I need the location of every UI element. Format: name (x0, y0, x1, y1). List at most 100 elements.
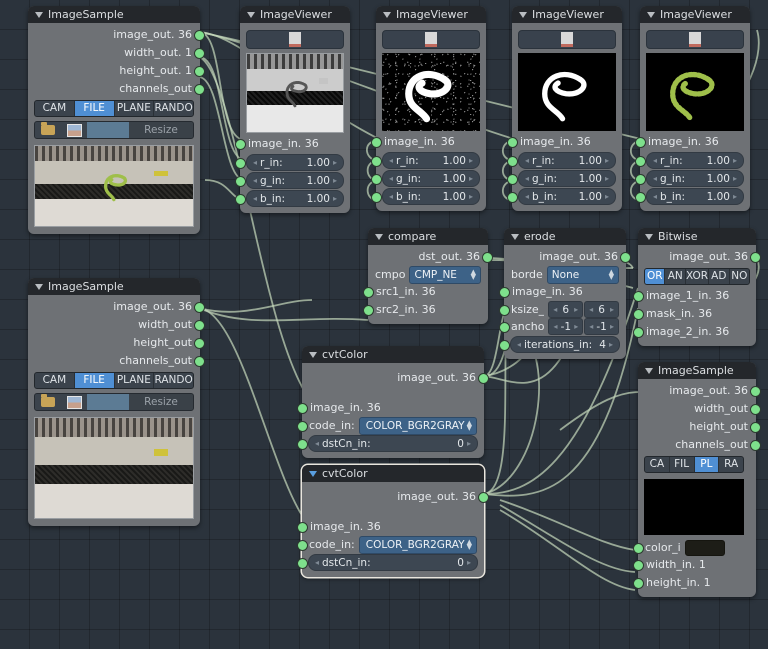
input-row[interactable]: src1_in. 36 (363, 283, 488, 301)
r-in-field[interactable]: ◂ r_in: 1.00 ▸ (646, 152, 744, 169)
node-imageviewer-3[interactable]: ImageViewer image_in. 36 ◂ r_in: 1.00 ▸ ◂ g_… (507, 6, 622, 211)
output-socket-channels-out[interactable] (194, 356, 205, 367)
input-socket-height-in[interactable] (633, 578, 644, 589)
output-socket-width-out[interactable] (194, 48, 205, 59)
input-socket-image-1-in[interactable] (633, 291, 644, 302)
input-socket-image-in[interactable] (235, 139, 246, 150)
output-row[interactable]: height_out. 1 (28, 62, 205, 80)
output-row[interactable]: image_out. 36 (302, 488, 489, 506)
g-in-field[interactable]: ◂ g_in: 1.00 ▸ (646, 170, 744, 187)
output-row[interactable]: dst_out. 36 (368, 248, 493, 266)
source-mode-enum[interactable]: CAM FILE PLANE RANDO (28, 370, 200, 391)
enum-option-random[interactable]: RANDO (154, 373, 193, 388)
dstcn-in-field[interactable]: ◂ dstCn_in: 0 ▸ (308, 554, 478, 571)
output-socket-channels-out[interactable] (750, 440, 761, 451)
output-row[interactable]: image_out. 36 (504, 248, 631, 266)
input-socket-src1-in[interactable] (363, 287, 374, 298)
collapse-triangle-icon[interactable] (647, 11, 655, 18)
input-socket-g-in[interactable] (507, 174, 518, 185)
collapse-triangle-icon[interactable] (383, 11, 391, 18)
input-socket-color-in[interactable] (633, 542, 644, 554)
output-socket-dst-out[interactable] (482, 252, 493, 263)
node-cvtcolor-1[interactable]: cvtColor image_out. 36 image_in. 36 code… (297, 346, 489, 458)
enum-option-random[interactable]: RANDO (154, 101, 193, 116)
node-imageviewer-1[interactable]: ImageViewer image_in. 36 ◂ r_in: 1.00 ▸ ◂ g_… (235, 6, 350, 213)
enum-option-xor[interactable]: XOR (685, 269, 710, 284)
collapse-triangle-icon[interactable] (645, 367, 653, 374)
open-folder-button[interactable] (35, 122, 61, 138)
input-row[interactable]: image_2_in. 36 (633, 323, 756, 341)
output-row[interactable]: image_out. 36 (638, 382, 761, 400)
input-socket-g-in[interactable] (371, 174, 382, 185)
node-header[interactable]: Bitwise (638, 228, 756, 245)
enum-option-file[interactable]: FIL (669, 457, 695, 472)
node-header[interactable]: cvtColor (302, 465, 484, 482)
ksize-x-field[interactable]: ◂ 6 ▸ (548, 301, 584, 318)
input-socket-image-in[interactable] (371, 137, 382, 148)
input-row[interactable]: image_in. 36 (297, 399, 484, 417)
input-socket-dstcn-in[interactable] (297, 558, 308, 569)
b-in-field[interactable]: ◂ b_in: 1.00 ▸ (646, 188, 744, 205)
input-row[interactable]: mask_in. 36 (633, 305, 756, 323)
source-mode-enum[interactable]: CAM FILE PLANE RANDO (28, 98, 200, 119)
enum-option-plane[interactable]: PLANE (114, 101, 155, 116)
input-socket-image-in[interactable] (499, 287, 510, 298)
input-row[interactable]: image_in. 36 (371, 133, 486, 151)
collapse-triangle-icon[interactable] (375, 233, 383, 240)
viewer-toggle-button[interactable] (518, 30, 616, 49)
node-header[interactable]: cvtColor (302, 346, 484, 363)
input-socket-g-in[interactable] (235, 176, 246, 187)
anchor-row[interactable]: ancho ◂ -1 ▸ ◂ -1 ▸ (499, 318, 626, 335)
border-type-row[interactable]: borde None ▲ ▼ (504, 265, 626, 284)
enum-option-add[interactable]: AD (709, 269, 730, 284)
input-socket-r-in[interactable] (507, 156, 518, 167)
file-path-input[interactable] (87, 394, 129, 410)
node-bitwise[interactable]: Bitwise image_out. 36 OR AN XOR AD NO im… (633, 228, 761, 346)
output-row[interactable]: image_out. 36 (638, 248, 761, 266)
collapse-triangle-icon[interactable] (519, 11, 527, 18)
node-cvtcolor-2[interactable]: cvtColor image_out. 36 image_in. 36 code… (297, 465, 489, 577)
output-socket-height-out[interactable] (194, 66, 205, 77)
input-socket-image-in[interactable] (507, 137, 518, 148)
node-erode[interactable]: erode image_out. 36 borde None ▲ ▼ image_i… (499, 228, 631, 359)
input-socket-r-in[interactable] (235, 158, 246, 169)
enum-option-or[interactable]: OR (645, 269, 666, 284)
collapse-triangle-icon[interactable] (511, 233, 519, 240)
input-socket-image-in[interactable] (297, 403, 308, 414)
code-in-dropdown[interactable]: COLOR_BGR2GRAY ▲ ▼ (358, 535, 477, 554)
file-path-input[interactable] (87, 122, 129, 138)
input-socket-g-in[interactable] (635, 174, 646, 185)
node-imageviewer-2[interactable]: ImageViewer image_in. 36 ◂ r_in: 1.00 ▸ ◂ g_… (371, 6, 486, 211)
node-header[interactable]: ImageSample (28, 278, 200, 295)
collapse-triangle-icon[interactable] (645, 233, 653, 240)
anchor-x-field[interactable]: ◂ -1 ▸ (548, 318, 584, 335)
output-row[interactable]: image_out. 36 (302, 369, 489, 387)
enum-option-file[interactable]: FILE (74, 373, 115, 388)
output-row[interactable]: image_out. 36 (28, 298, 205, 316)
input-socket-mask-in[interactable] (633, 309, 644, 320)
compare-op-row[interactable]: cmpo CMP_NE ▲ ▼ (368, 265, 488, 284)
resize-button[interactable]: Resize (129, 122, 193, 138)
code-in-row[interactable]: code_in: COLOR_BGR2GRAY ▲ ▼ (297, 535, 484, 554)
r-in-field[interactable]: ◂ r_in: 1.00 ▸ (246, 154, 344, 171)
anchor-y-field[interactable]: ◂ -1 ▸ (584, 318, 619, 335)
bitwise-op-enum[interactable]: OR AN XOR AD NO (638, 266, 756, 287)
input-socket-image-in[interactable] (297, 522, 308, 533)
b-in-field[interactable]: ◂ b_in: 1.00 ▸ (518, 188, 616, 205)
iterations-field[interactable]: ◂ iterations_in: 4 ▸ (510, 336, 620, 353)
open-folder-button[interactable] (35, 394, 61, 410)
input-socket-b-in[interactable] (635, 192, 646, 203)
input-socket-image-in[interactable] (635, 137, 646, 148)
color-swatch[interactable] (684, 539, 725, 556)
collapse-triangle-icon[interactable] (309, 351, 317, 358)
enum-option-cam[interactable]: CAM (35, 101, 75, 116)
output-row[interactable]: channels_out (28, 80, 205, 98)
output-socket-image-out[interactable] (194, 30, 205, 41)
image-browse-button[interactable] (61, 394, 87, 410)
ksize-y-field[interactable]: ◂ 6 ▸ (584, 301, 620, 318)
input-socket-code-in[interactable] (297, 420, 308, 432)
input-socket-code-in[interactable] (297, 539, 308, 551)
source-mode-enum[interactable]: CA FIL PL RA (638, 454, 756, 475)
input-socket-b-in[interactable] (371, 192, 382, 203)
node-header[interactable]: ImageViewer (640, 6, 750, 23)
